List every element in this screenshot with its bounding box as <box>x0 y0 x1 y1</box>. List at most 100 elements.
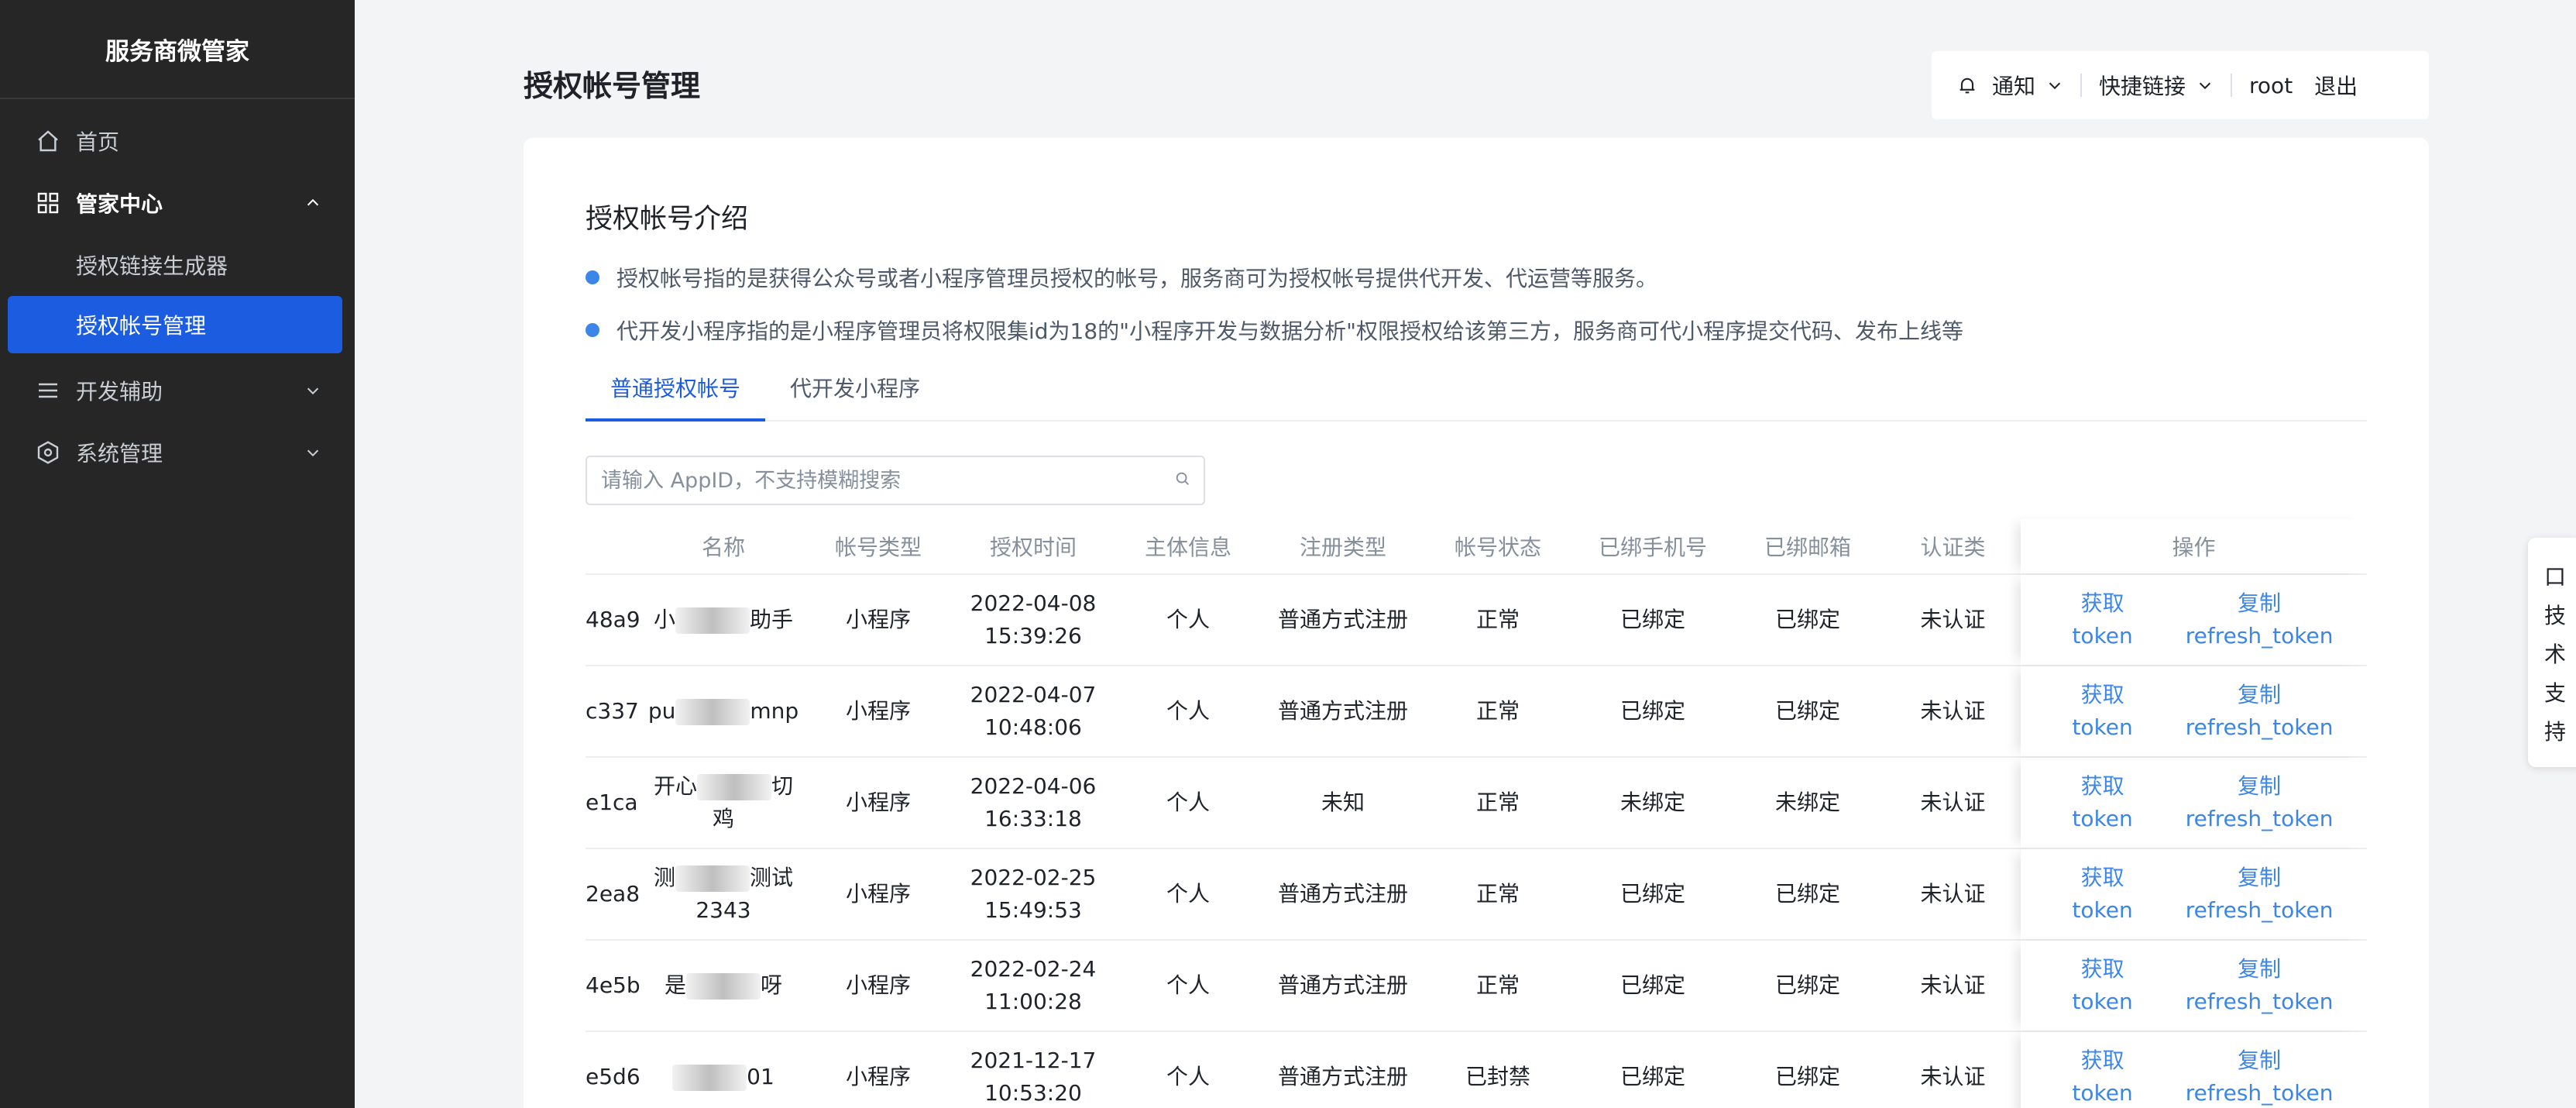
redacted-blur <box>672 1065 747 1091</box>
col-register-type: 注册类型 <box>1299 535 1386 560</box>
cell-mail: 已绑定 <box>1774 972 1840 998</box>
copy-refresh-token-link[interactable]: 复制refresh_token <box>2169 953 2350 1018</box>
col-mail: 已绑邮箱 <box>1764 535 1851 560</box>
cell-type: 小程序 <box>845 607 911 632</box>
cell-name: 测 测试 2343 <box>646 849 801 939</box>
cell-register-type: 普通方式注册 <box>1277 607 1408 632</box>
cell-appid: 4e5b <box>586 972 641 998</box>
cell-time: 2022-04-08 15:39:26 <box>956 575 1111 665</box>
cell-status: 正常 <box>1475 698 1520 724</box>
get-token-link[interactable]: 获取token <box>2053 770 2152 835</box>
time-clock: 15:49:53 <box>984 897 1082 923</box>
sidebar-subitem-link-generator[interactable]: 授权链接生成器 <box>0 234 355 296</box>
table-row: 4e5b 是呀小程序 2022-02-24 11:00:28 个人 普通方式注册 正常 已绑定… <box>586 941 2367 1032</box>
sidebar-item-home[interactable]: 首页 <box>0 110 355 172</box>
cell-register-type: 普通方式注册 <box>1277 698 1408 724</box>
time-clock: 11:00:28 <box>984 989 1082 1014</box>
sidebar-subitem-account-management[interactable]: 授权帐号管理 <box>8 296 342 353</box>
support-char: 技 <box>2543 603 2566 628</box>
sidebar-item-manager-center[interactable]: 管家中心 <box>0 172 355 234</box>
redacted-blur <box>675 865 750 892</box>
chevron-up-icon <box>302 192 324 214</box>
col-status: 帐号状态 <box>1454 535 1541 560</box>
col-phone: 已绑手机号 <box>1598 535 1707 560</box>
cell-ops: 获取token 复制refresh_token <box>2021 575 2367 665</box>
cell-name: 开心 切鸡 <box>646 758 801 848</box>
cell-phone: 已绑定 <box>1619 881 1685 907</box>
cell-appid: e5d6 <box>586 1064 641 1089</box>
appid-search-input[interactable] <box>601 468 1174 493</box>
intro-title: 授权帐号介绍 <box>586 204 749 235</box>
name-text: 01 <box>747 1064 775 1089</box>
get-token-link[interactable]: 获取token <box>2053 587 2152 652</box>
tab-dev-miniprograms[interactable]: 代开发小程序 <box>765 369 945 422</box>
account-tabs: 普通授权帐号 代开发小程序 <box>586 369 2367 422</box>
get-token-link[interactable]: 获取token <box>2053 679 2152 744</box>
copy-refresh-token-link[interactable]: 复制refresh_token <box>2169 862 2350 927</box>
table-row: e1ca 开心 切鸡 小程序 2022-04-06 16:33:18 个人 未知 正常 未绑定 未绑… <box>586 758 2367 849</box>
intro-bullet: 代开发小程序指的是小程序管理员将权限集id为18的"小程序开发与数据分析"权限授… <box>586 315 1963 346</box>
get-token-link[interactable]: 获取token <box>2053 862 2152 927</box>
cell-time: 2021-12-17 10:53:20 <box>956 1032 1111 1108</box>
cell-name: pu mnp <box>646 666 801 756</box>
cell-name: 01 <box>646 1032 801 1108</box>
table-row: c337 pu mnp 小程序 2022-04-07 10:48:06 个人 普通方式注册 正常… <box>586 666 2367 758</box>
cell-name: 小 助手 <box>646 575 801 665</box>
cell-subject: 个人 <box>1166 698 1210 724</box>
quick-links-dropdown[interactable]: 快捷链接 <box>2099 70 2214 101</box>
copy-refresh-token-link[interactable]: 复制refresh_token <box>2169 1044 2350 1108</box>
cell-ops: 获取token 复制refresh_token <box>2021 1032 2367 1108</box>
search-icon[interactable] <box>1174 470 1191 490</box>
sidebar-menu: 首页 管家中心 授权链接生成器 授权帐号管理 开发辅助 系统管理 <box>0 99 355 483</box>
get-token-link[interactable]: 获取token <box>2053 1044 2152 1108</box>
redacted-blur <box>697 774 771 800</box>
copy-refresh-token-link[interactable]: 复制refresh_token <box>2169 587 2350 652</box>
appid-search <box>586 456 1205 505</box>
time-clock: 10:48:06 <box>984 714 1082 740</box>
cell-phone: 已绑定 <box>1619 607 1685 632</box>
cell-time: 2022-02-25 15:49:53 <box>956 849 1111 939</box>
cell-type: 小程序 <box>845 698 911 724</box>
cell-time: 2022-04-06 16:33:18 <box>956 758 1111 848</box>
time-clock: 16:33:18 <box>984 806 1082 831</box>
logout-link[interactable]: 退出 <box>2314 70 2358 101</box>
tab-normal-accounts[interactable]: 普通授权帐号 <box>586 369 766 422</box>
time-clock: 10:53:20 <box>984 1080 1082 1106</box>
notify-dropdown[interactable]: 通知 <box>1956 70 2063 101</box>
sidebar-item-label: 开发辅助 <box>76 379 163 404</box>
hexagon-settings-icon <box>34 439 62 466</box>
username[interactable]: root <box>2249 73 2293 98</box>
redacted-blur <box>675 607 750 634</box>
copy-refresh-token-link[interactable]: 复制refresh_token <box>2169 770 2350 835</box>
chevron-down-icon <box>2046 77 2063 94</box>
copy-refresh-token-link[interactable]: 复制refresh_token <box>2169 679 2350 744</box>
bullet-dot-icon <box>586 323 599 337</box>
get-token-link[interactable]: 获取token <box>2053 953 2152 1018</box>
sidebar-item-label: 管家中心 <box>76 191 163 217</box>
top-toolbar: 通知 快捷链接 root 退出 <box>1932 51 2429 119</box>
support-char: 术 <box>2543 642 2566 667</box>
divider <box>2080 74 2083 97</box>
table-row: 48a9 小 助手 小程序 2022-04-08 15:39:26 个人 普通方式注册 正常 已绑… <box>586 575 2367 666</box>
sidebar: 服务商微管家 首页 管家中心 授权链接生成器 授权帐号管理 开发辅助 系统管理 <box>0 0 355 1108</box>
cell-cert: 未认证 <box>1920 607 1986 632</box>
cell-status: 正常 <box>1475 790 1520 815</box>
col-cert: 认证类 <box>1920 535 1986 560</box>
tech-support-float[interactable]: 口技术支持 <box>2528 538 2576 767</box>
support-char: 持 <box>2543 719 2566 745</box>
intro-bullet: 授权帐号指的是获得公众号或者小程序管理员授权的帐号，服务商可为授权帐号提供代开发… <box>586 262 1657 293</box>
cell-subject: 个人 <box>1166 607 1210 632</box>
notify-label: 通知 <box>1992 74 2036 99</box>
table-header: 名称 帐号类型 授权时间 主体信息 注册类型 帐号状态 已绑手机号 已绑邮箱 认… <box>586 519 2367 575</box>
chevron-down-icon <box>302 442 324 463</box>
cell-cert: 未认证 <box>1920 790 1986 815</box>
cell-type: 小程序 <box>845 881 911 907</box>
cell-type: 小程序 <box>845 790 911 815</box>
sidebar-item-dev-assist[interactable]: 开发辅助 <box>0 360 355 422</box>
cell-appid: e1ca <box>586 790 638 815</box>
sidebar-item-system-management[interactable]: 系统管理 <box>0 422 355 483</box>
time-date: 2022-04-08 <box>970 590 1097 616</box>
table-row: 2ea8 测 测试 2343 小程序 2022-02-25 15:49:53 个人 普通方式注册… <box>586 849 2367 941</box>
accounts-table: 名称 帐号类型 授权时间 主体信息 注册类型 帐号状态 已绑手机号 已绑邮箱 认… <box>586 519 2367 1108</box>
cell-appid: c337 <box>586 698 639 724</box>
